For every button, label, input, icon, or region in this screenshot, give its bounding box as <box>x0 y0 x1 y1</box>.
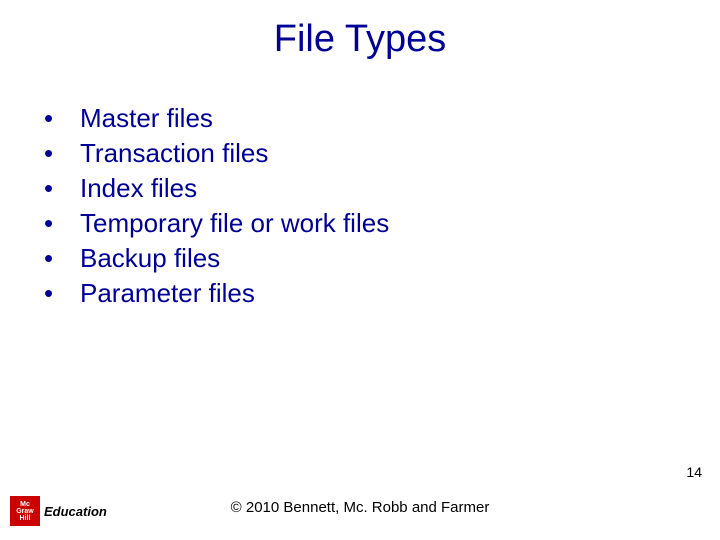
list-item: • Transaction files <box>40 136 720 171</box>
logo-line: Hill <box>20 515 31 522</box>
bullet-icon: • <box>40 101 80 136</box>
bullet-icon: • <box>40 136 80 171</box>
bullet-text: Master files <box>80 101 720 136</box>
slide-number: 14 <box>686 464 702 480</box>
list-item: • Index files <box>40 171 720 206</box>
bullet-icon: • <box>40 171 80 206</box>
slide-title: File Types <box>0 0 720 71</box>
publisher-logo: Mc Graw Hill Education <box>10 496 107 526</box>
bullet-text: Temporary file or work files <box>80 206 720 241</box>
list-item: • Backup files <box>40 241 720 276</box>
bullet-text: Transaction files <box>80 136 720 171</box>
logo-line: Mc <box>20 501 30 508</box>
bullet-text: Parameter files <box>80 276 720 311</box>
bullet-icon: • <box>40 206 80 241</box>
list-item: • Master files <box>40 101 720 136</box>
bullet-list: • Master files • Transaction files • Ind… <box>0 71 720 312</box>
list-item: • Temporary file or work files <box>40 206 720 241</box>
bullet-text: Index files <box>80 171 720 206</box>
list-item: • Parameter files <box>40 276 720 311</box>
bullet-icon: • <box>40 241 80 276</box>
logo-text: Education <box>44 504 107 519</box>
copyright-text: © 2010 Bennett, Mc. Robb and Farmer <box>0 499 720 516</box>
logo-icon: Mc Graw Hill <box>10 496 40 526</box>
bullet-text: Backup files <box>80 241 720 276</box>
bullet-icon: • <box>40 276 80 311</box>
logo-line: Graw <box>16 508 34 515</box>
